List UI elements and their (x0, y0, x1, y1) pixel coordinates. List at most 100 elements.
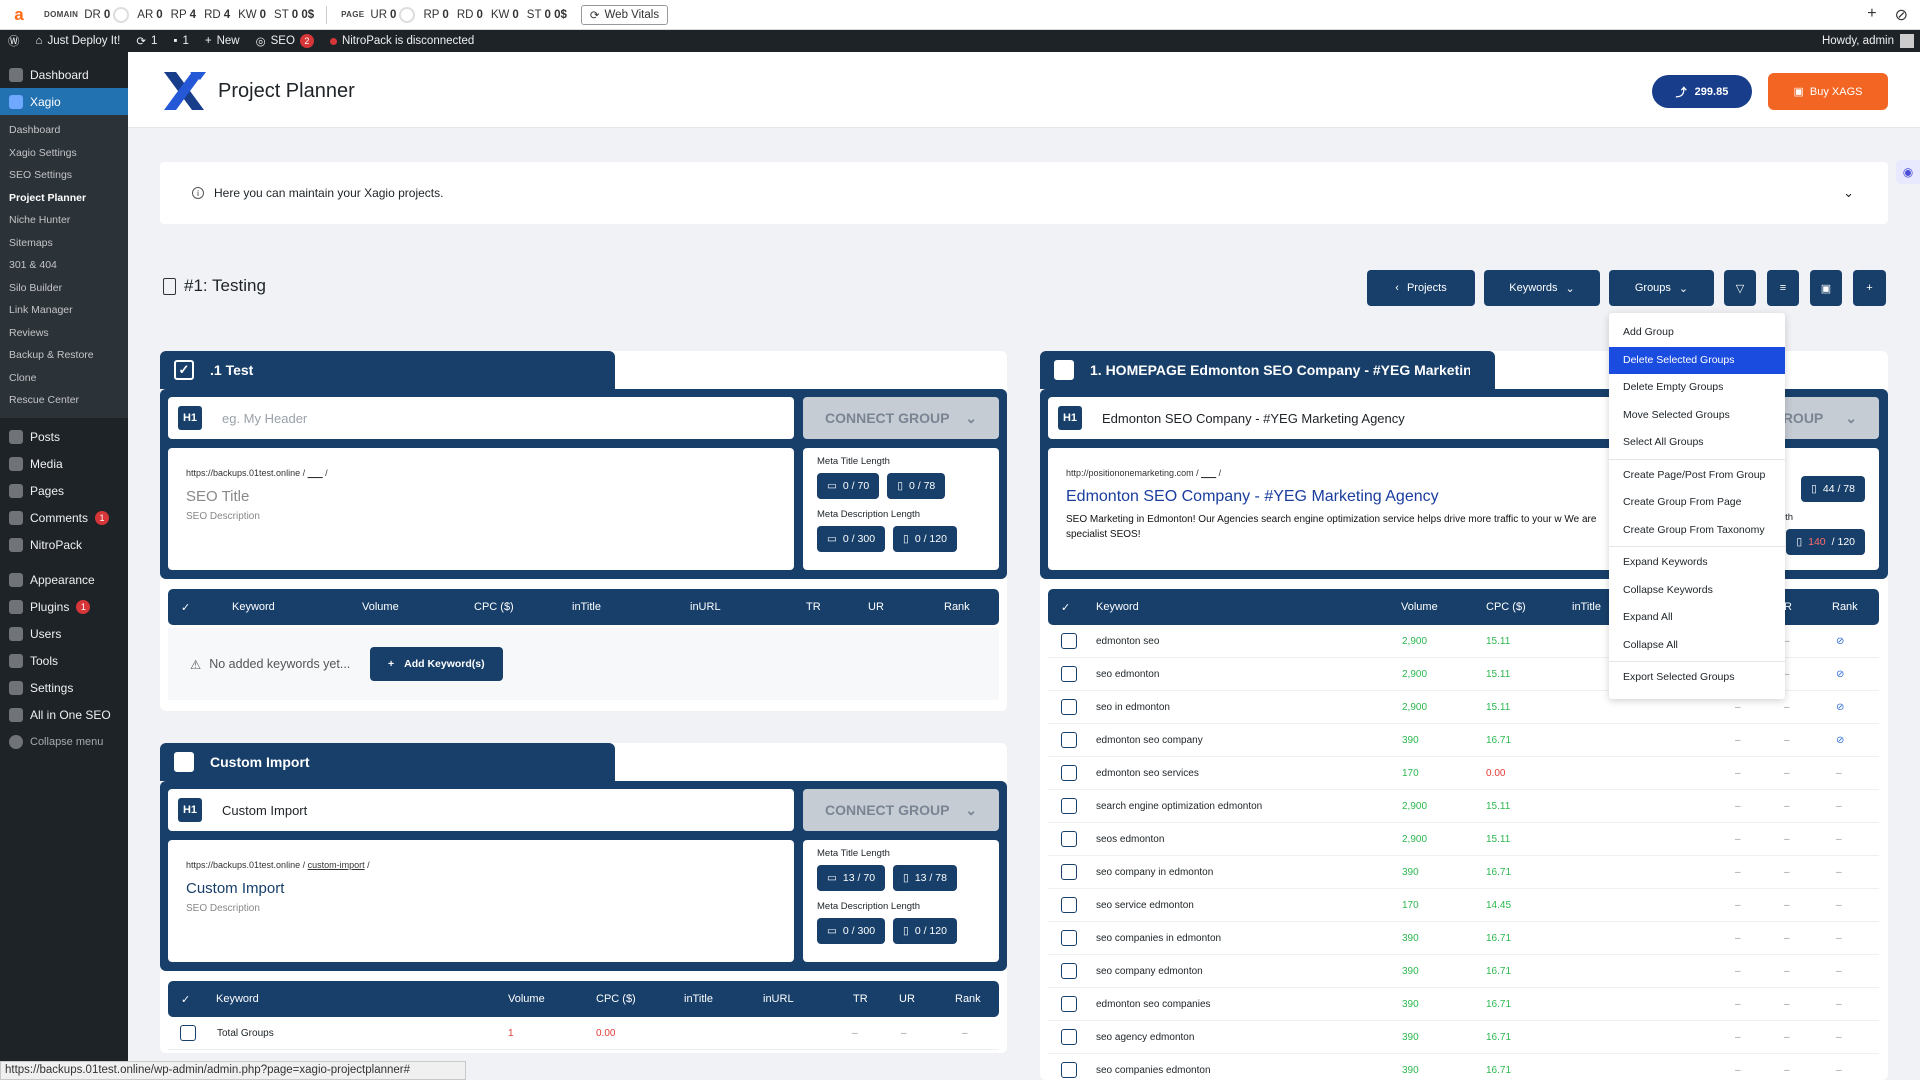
chevron-down-icon[interactable]: ⌄ (1843, 185, 1854, 201)
submenu-item[interactable]: Sitemaps (0, 232, 128, 255)
group-name[interactable]: 1. HOMEPAGE Edmonton SEO Company - #YEG … (1090, 362, 1470, 378)
col-rank[interactable]: Rank (955, 993, 981, 1005)
settings-icon[interactable]: ⚙ (769, 356, 796, 383)
table-row[interactable]: edmonton seo companies 390 16.71 – – – (1048, 988, 1879, 1021)
table-row[interactable]: seo companies in edmonton 390 16.71 – – – (1048, 922, 1879, 955)
sidebar-item-settings[interactable]: Settings (0, 675, 128, 702)
table-row[interactable]: edmonton seo services 170 0.00 – – – (1048, 757, 1879, 790)
user-menu[interactable]: Howdy, admin (1822, 34, 1920, 48)
settings-icon[interactable]: ⚙ (769, 748, 796, 775)
sidebar-item-xagio[interactable]: Xagio (0, 88, 128, 115)
url-slug[interactable]: ___ (308, 468, 323, 478)
table-row[interactable]: edmonton seo company 390 16.71 – – ⊘ (1048, 724, 1879, 757)
menu-item-expand-keywords[interactable]: Expand Keywords (1609, 549, 1785, 577)
target-icon[interactable]: ◎ (905, 748, 932, 775)
menu-item-delete-empty-groups[interactable]: Delete Empty Groups (1609, 374, 1785, 402)
submenu-item[interactable]: 301 & 404 (0, 254, 128, 277)
submenu-item[interactable]: Xagio Settings (0, 142, 128, 165)
col-keyword[interactable]: Keyword (232, 601, 275, 613)
settings-icon[interactable]: ⊘ (1895, 5, 1908, 25)
seo-menu-link[interactable]: ◎ SEO 2 (248, 30, 322, 52)
submenu-item[interactable]: Link Manager (0, 299, 128, 322)
new-content-link[interactable]: + New (197, 30, 248, 52)
select-all-icon[interactable]: ✓ (181, 993, 190, 1006)
seo-preview[interactable]: http://positiononemarketing.com / ___ / … (1048, 448, 1674, 570)
row-checkbox[interactable] (1061, 798, 1077, 814)
col-tr[interactable]: TR (806, 601, 821, 613)
wordpress-logo-icon[interactable]: Ⓦ (0, 30, 28, 52)
row-checkbox[interactable] (1061, 897, 1077, 913)
group-name[interactable]: .1 Test (210, 362, 253, 378)
seo-description[interactable]: SEO Description (186, 903, 776, 914)
row-checkbox[interactable] (1061, 633, 1077, 649)
seo-preview[interactable]: https://backups.01test.online / custom-i… (168, 840, 794, 962)
sidebar-item-users[interactable]: Users (0, 621, 128, 648)
url-slug[interactable]: ___ (1201, 468, 1216, 478)
trash-icon[interactable]: 🗑 (939, 356, 966, 383)
eye-icon[interactable]: ◉ (837, 748, 864, 775)
projects-button[interactable]: ‹ Projects (1367, 270, 1475, 306)
menu-item-expand-all[interactable]: Expand All (1609, 604, 1785, 632)
submenu-item[interactable]: SEO Settings (0, 164, 128, 187)
cloud-icon[interactable]: ☁ (871, 748, 898, 775)
h1-field[interactable]: H1 eg. My Header (168, 397, 794, 439)
trash-icon[interactable]: 🗑 (1790, 356, 1817, 383)
sidebar-item-dashboard[interactable]: Dashboard (0, 61, 128, 88)
seo-title[interactable]: Custom Import (186, 880, 776, 897)
updates-link[interactable]: ⟳ 1 (128, 30, 165, 52)
row-checkbox[interactable] (1061, 831, 1077, 847)
seo-title[interactable]: Edmonton SEO Company - #YEG Marketing Ag… (1066, 488, 1656, 506)
row-checkbox[interactable] (1061, 765, 1077, 781)
group-checkbox[interactable] (174, 360, 194, 380)
col-cpc[interactable]: CPC ($) (474, 601, 514, 613)
table-row[interactable]: search engine optimization edmonton 2,900… (1048, 790, 1879, 823)
collapse-menu-button[interactable]: Collapse menu (0, 729, 128, 756)
table-row[interactable]: seo service edmonton 170 14.45 – – – (1048, 889, 1879, 922)
menu-item-export-selected-groups[interactable]: Export Selected Groups (1609, 664, 1785, 692)
row-checkbox[interactable] (1061, 864, 1077, 880)
submenu-item[interactable]: Silo Builder (0, 277, 128, 300)
keywords-dropdown[interactable]: Keywords ⌄ (1484, 270, 1600, 306)
col-volume[interactable]: Volume (508, 993, 545, 1005)
col-cpc[interactable]: CPC ($) (596, 993, 636, 1005)
h1-field[interactable]: H1 Edmonton SEO Company - #YEG Marketing … (1048, 397, 1674, 439)
table-row[interactable]: seo companies edmonton 390 16.71 – – – (1048, 1054, 1879, 1080)
col-inurl[interactable]: inURL (690, 601, 721, 613)
ahrefs-logo-icon[interactable]: a (8, 4, 30, 26)
menu-item-move-selected-groups[interactable]: Move Selected Groups (1609, 402, 1785, 430)
add-button[interactable]: + (1853, 270, 1886, 306)
seo-description[interactable]: SEO Description (186, 511, 776, 522)
col-volume[interactable]: Volume (362, 601, 399, 613)
seo-description[interactable]: SEO Marketing in Edmonton! Our Agencies … (1066, 512, 1626, 542)
submenu-item[interactable]: Dashboard (0, 119, 128, 142)
url-slug[interactable]: custom-import (308, 860, 365, 870)
site-name-link[interactable]: ⌂ Just Deploy It! (28, 30, 129, 52)
col-tr[interactable]: TR (853, 993, 868, 1005)
submenu-item[interactable]: Backup & Restore (0, 344, 128, 367)
row-checkbox[interactable] (1061, 963, 1077, 979)
col-keyword[interactable]: Keyword (216, 993, 259, 1005)
col-ur[interactable]: UR (868, 601, 884, 613)
submenu-item[interactable]: Niche Hunter (0, 209, 128, 232)
connect-group-dropdown[interactable]: CONNECT GROUP ⌄ (803, 397, 999, 439)
info-banner[interactable]: i Here you can maintain your Xagio proje… (160, 162, 1888, 224)
sidebar-item-appearance[interactable]: Appearance (0, 567, 128, 594)
select-all-icon[interactable]: ✓ (1061, 601, 1070, 614)
sidebar-item-media[interactable]: Media (0, 451, 128, 478)
cloud-icon[interactable]: ☁ (871, 356, 898, 383)
row-checkbox[interactable] (1061, 699, 1077, 715)
col-rank[interactable]: Rank (1832, 601, 1858, 613)
col-inurl[interactable]: inURL (763, 993, 794, 1005)
sidebar-item-tools[interactable]: Tools (0, 648, 128, 675)
notes-icon[interactable]: ✎ (803, 748, 830, 775)
row-checkbox[interactable] (1061, 666, 1077, 682)
table-row[interactable]: Total Groups 1 0.00 – – – (168, 1017, 999, 1050)
menu-item-select-all-groups[interactable]: Select All Groups (1609, 429, 1785, 457)
row-checkbox[interactable] (1061, 732, 1077, 748)
web-vitals-button[interactable]: ⟳ Web Vitals (580, 4, 669, 25)
target-icon[interactable]: ◎ (905, 356, 932, 383)
connect-group-dropdown[interactable]: CONNECT GROUP ⌄ (803, 789, 999, 831)
sidebar-item-all-in-one-seo[interactable]: All in One SEO (0, 702, 128, 729)
row-checkbox[interactable] (1061, 930, 1077, 946)
col-keyword[interactable]: Keyword (1096, 601, 1139, 613)
